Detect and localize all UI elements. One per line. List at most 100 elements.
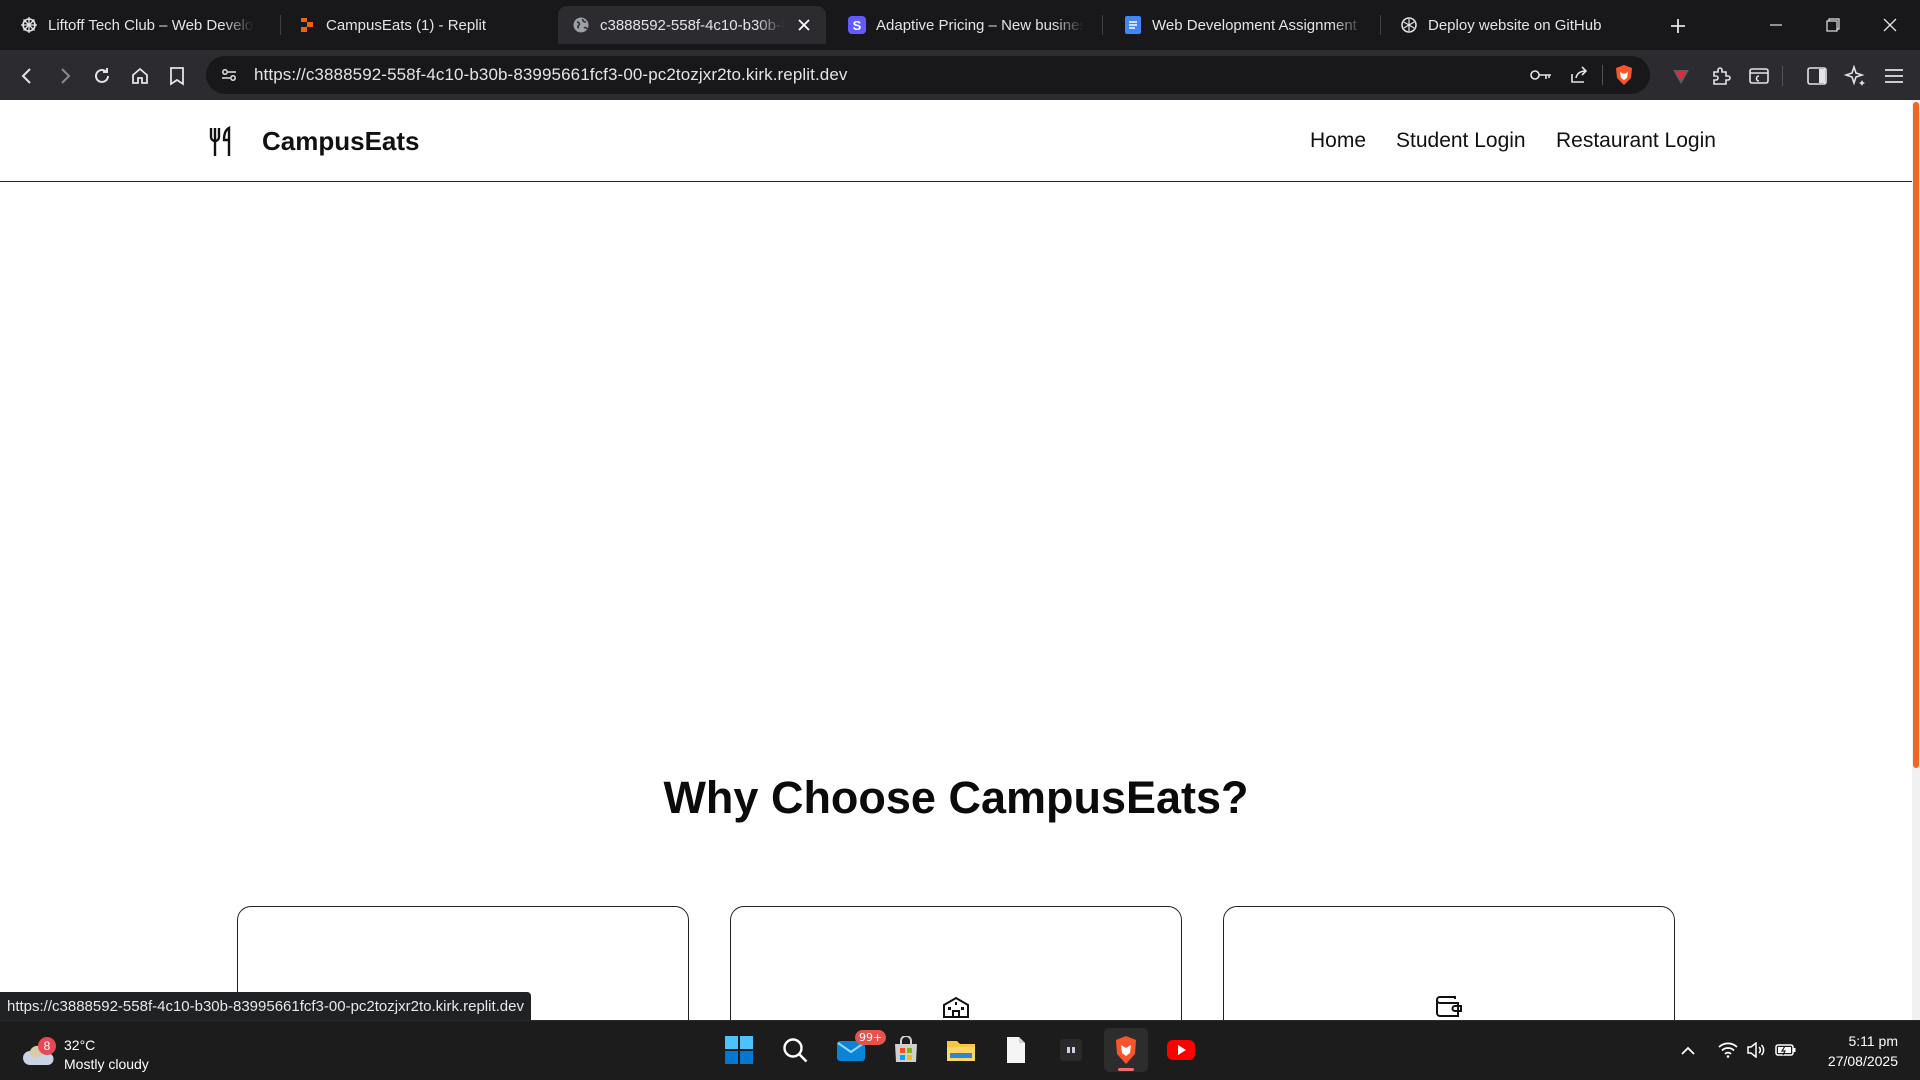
url-text[interactable]: https://c3888592-558f-4c10-b30b-83995661… <box>254 65 848 85</box>
weather-temp: 32°C <box>64 1037 96 1053</box>
search-icon <box>783 1038 808 1063</box>
site-settings-icon[interactable] <box>216 62 242 88</box>
replit-icon <box>298 16 316 34</box>
youtube-icon <box>1167 1040 1195 1060</box>
browser-toolbar: https://c3888592-558f-4c10-b30b-83995661… <box>0 50 1920 100</box>
sidebar-icon <box>1807 67 1827 85</box>
leo-ai-button[interactable] <box>1840 61 1870 91</box>
tab-adaptive-pricing[interactable]: S Adaptive Pricing – New business <box>834 6 1096 44</box>
tab-divider <box>1102 15 1103 35</box>
restore-button[interactable] <box>1811 10 1855 40</box>
speaker-icon <box>1747 1042 1765 1058</box>
battery-charging-icon <box>1775 1044 1796 1056</box>
puzzle-icon <box>1713 67 1731 85</box>
tab-web-dev-assignment[interactable]: Web Development Assignment <box>1110 6 1376 44</box>
notepad-app[interactable] <box>994 1028 1038 1072</box>
sidebar-button[interactable] <box>1802 61 1832 91</box>
weather-badge: 8 <box>38 1037 56 1055</box>
page-scrollbar[interactable] <box>1912 100 1920 1020</box>
section-title: Why Choose CampusEats? <box>663 772 1249 823</box>
menu-button[interactable] <box>1879 61 1909 91</box>
svg-text:S: S <box>853 18 862 33</box>
mail-badge: 99+ <box>855 1030 887 1045</box>
address-bar[interactable]: https://c3888592-558f-4c10-b30b-83995661… <box>206 56 1650 94</box>
campus-building-icon <box>942 995 970 1020</box>
folder-icon <box>947 1041 975 1061</box>
bookmark-icon <box>170 67 184 86</box>
volume-status[interactable] <box>1744 1038 1768 1062</box>
nav-home-link[interactable]: Home <box>1310 129 1366 153</box>
reload-button[interactable] <box>87 61 117 91</box>
close-tab-icon[interactable] <box>794 15 814 35</box>
close-icon <box>1883 18 1897 32</box>
forward-button[interactable] <box>50 61 80 91</box>
liftoff-logo-icon <box>20 16 38 34</box>
globe-icon <box>572 16 590 34</box>
active-app-indicator <box>1118 1068 1134 1071</box>
windows-taskbar: 8 32°C Mostly cloudy 99+ 5:11 pm 27/08/2… <box>0 1020 1920 1080</box>
brave-rewards-icon <box>1673 70 1689 84</box>
clock-date[interactable]: 27/08/2025 <box>1828 1053 1898 1069</box>
brave-shields-icon[interactable] <box>1611 62 1637 88</box>
windows-logo-icon <box>725 1036 753 1064</box>
weather-description: Mostly cloudy <box>64 1056 149 1072</box>
password-key-icon[interactable] <box>1528 62 1554 88</box>
tab-title: CampusEats (1) - Replit <box>326 16 487 34</box>
feature-card <box>730 906 1182 1020</box>
tab-title: c3888592-558f-4c10-b30b-83995661fcf3-00-… <box>600 16 784 34</box>
file-explorer-app[interactable] <box>939 1028 983 1072</box>
back-arrow-icon <box>21 68 31 84</box>
sparkle-icon <box>1844 65 1865 86</box>
battery-status[interactable] <box>1774 1038 1798 1062</box>
nav-restaurant-login-link[interactable]: Restaurant Login <box>1556 129 1716 153</box>
scrollbar-thumb[interactable] <box>1913 102 1919 768</box>
microsoft-store-app[interactable] <box>884 1028 928 1072</box>
tab-divider <box>280 15 281 35</box>
reload-icon <box>95 68 109 83</box>
forward-arrow-icon <box>61 68 71 84</box>
close-window-button[interactable] <box>1868 10 1912 40</box>
minimize-icon <box>1770 24 1782 26</box>
tab-title: Deploy website on GitHub <box>1428 16 1602 34</box>
wallet-icon <box>1435 995 1463 1020</box>
wifi-status[interactable] <box>1716 1038 1740 1062</box>
weather-widget[interactable]: 8 32°C Mostly cloudy <box>22 1031 192 1073</box>
extensions-button[interactable] <box>1706 61 1736 91</box>
brave-browser-app[interactable] <box>1104 1028 1148 1072</box>
mail-app[interactable]: 99+ <box>829 1028 887 1072</box>
wifi-icon <box>1718 1042 1738 1058</box>
brand-name[interactable]: CampusEats <box>262 126 420 157</box>
tab-liftoff[interactable]: Liftoff Tech Club – Web Development <box>6 6 266 44</box>
store-icon <box>895 1036 917 1062</box>
tab-title: Web Development Assignment <box>1152 16 1357 34</box>
bookmark-button[interactable] <box>162 61 192 91</box>
tab-title: Adaptive Pricing – New business <box>876 16 1084 34</box>
youtube-app[interactable] <box>1159 1028 1203 1072</box>
plus-icon <box>1671 19 1685 33</box>
brave-icon <box>1116 1036 1136 1064</box>
tab-replit[interactable]: CampusEats (1) - Replit <box>284 6 544 44</box>
nav-student-login-link[interactable]: Student Login <box>1396 129 1526 153</box>
restore-icon <box>1826 18 1840 32</box>
tab-deploy-github[interactable]: Deploy website on GitHub <box>1386 6 1648 44</box>
tab-active-replit-dev[interactable]: c3888592-558f-4c10-b30b-83995661fcf3-00-… <box>558 6 826 44</box>
minimize-button[interactable] <box>1754 10 1798 40</box>
share-icon[interactable] <box>1566 62 1592 88</box>
clock-time[interactable]: 5:11 pm <box>1848 1033 1898 1049</box>
tab-strip: Liftoff Tech Club – Web Development Camp… <box>0 0 1920 50</box>
search-button[interactable] <box>773 1028 817 1072</box>
back-button[interactable] <box>12 61 42 91</box>
terminal-app[interactable] <box>1049 1028 1093 1072</box>
document-icon <box>1007 1037 1025 1063</box>
start-button[interactable] <box>717 1028 761 1072</box>
site-navbar: CampusEats Home Student Login Restaurant… <box>0 100 1912 182</box>
show-hidden-icons-button[interactable] <box>1676 1038 1700 1062</box>
new-tab-button[interactable] <box>1665 13 1691 39</box>
docs-icon <box>1124 16 1142 34</box>
brave-rewards-button[interactable] <box>1666 61 1696 91</box>
home-button[interactable] <box>125 61 155 91</box>
feature-card <box>1223 906 1675 1020</box>
chatgpt-icon <box>1400 16 1418 34</box>
status-url-tooltip: https://c3888592-558f-4c10-b30b-83995661… <box>0 992 531 1020</box>
reader-mode-button[interactable] <box>1744 61 1774 91</box>
